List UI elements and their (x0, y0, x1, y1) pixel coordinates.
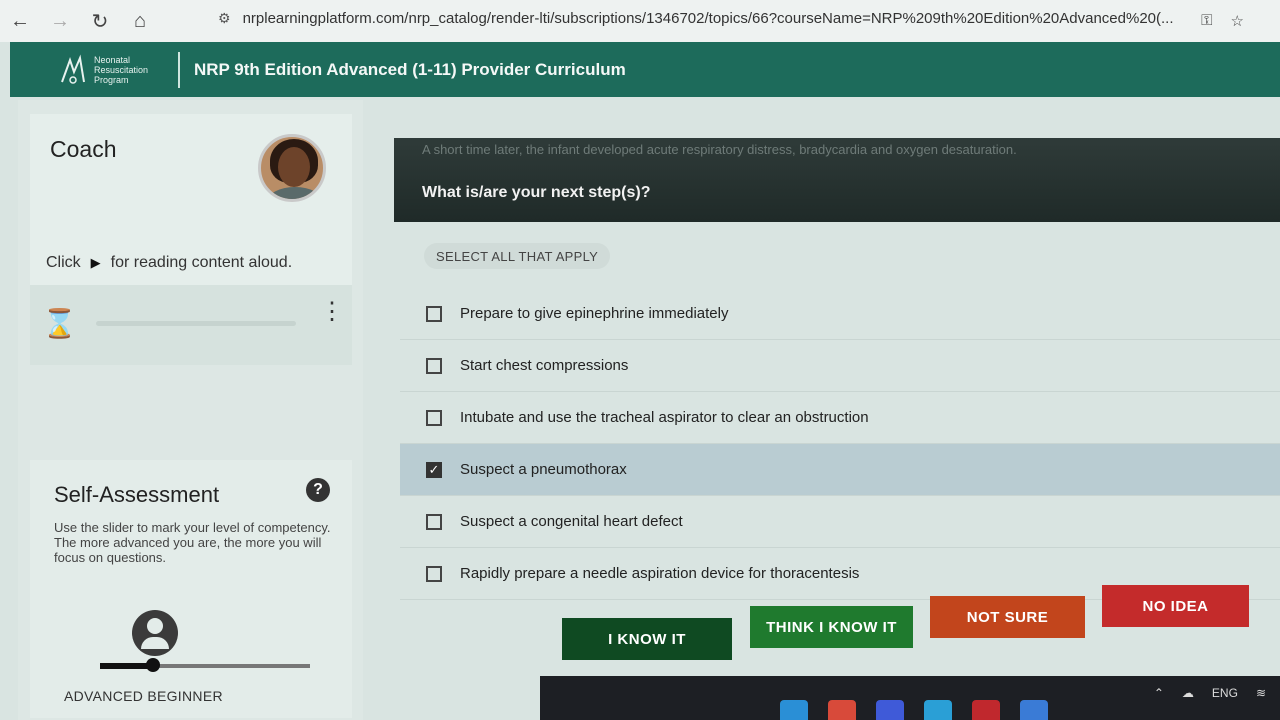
answer-option-label: Intubate and use the tracheal aspirator … (460, 409, 869, 426)
not-sure-button[interactable]: NOT SURE (930, 596, 1085, 638)
url-text: nrplearningplatform.com/nrp_catalog/rend… (242, 10, 1174, 27)
sidebar: Coach Click ▶ for reading content aloud.… (18, 100, 363, 720)
read-aloud-hint: Click ▶ for reading content aloud. (46, 254, 292, 272)
nrp-logo: Neonatal Resuscitation Program (58, 50, 168, 90)
competency-level-label: ADVANCED BEGINNER (64, 688, 223, 704)
nrp-logo-icon (61, 53, 85, 84)
language-indicator[interactable]: ENG (1212, 686, 1238, 700)
checkbox-checked[interactable]: ✓ (426, 461, 442, 478)
read-aloud-suffix: for reading content aloud. (110, 254, 293, 271)
taskbar-app-icon[interactable] (1020, 700, 1048, 720)
home-icon[interactable]: ⌂ (120, 5, 160, 37)
play-icon[interactable]: ▶ (91, 255, 101, 271)
taskbar-app-icon[interactable] (780, 700, 808, 720)
answer-option[interactable]: Intubate and use the tracheal aspirator … (400, 392, 1280, 444)
competency-slider-fill (100, 663, 153, 669)
person-icon (132, 610, 178, 656)
read-aloud-prefix: Click (46, 254, 81, 271)
self-assessment-card: Self-Assessment ? Use the slider to mark… (30, 460, 352, 718)
select-all-badge: SELECT ALL THAT APPLY (424, 243, 611, 269)
browser-toolbar: ← → ↻ ⌂ ⚙ nrplearningplatform.com/nrp_ca… (0, 0, 1280, 42)
answer-option-label: Prepare to give epinephrine immediately (460, 305, 729, 322)
scenario-text: A short time later, the infant developed… (422, 142, 1017, 157)
answer-option-label: Start chest compressions (460, 357, 629, 374)
self-assessment-title: Self-Assessment (54, 482, 220, 507)
coach-title: Coach (50, 136, 117, 162)
question-prompt: What is/are your next step(s)? (422, 184, 651, 201)
forward-arrow-icon[interactable]: → (40, 5, 80, 37)
reload-icon[interactable]: ↻ (80, 5, 120, 37)
logo-line: Program (94, 74, 129, 85)
help-icon[interactable]: ? (306, 478, 330, 502)
taskbar-app-icon[interactable] (972, 700, 1000, 720)
key-icon[interactable]: ⚿ (1201, 12, 1212, 30)
checkbox[interactable] (426, 357, 442, 374)
think-i-know-it-button[interactable]: THINK I KNOW IT (750, 606, 913, 648)
header-divider (178, 51, 180, 88)
answer-option[interactable]: Prepare to give epinephrine immediately (400, 288, 1280, 340)
question-header: A short time later, the infant developed… (394, 138, 1280, 222)
wifi-icon[interactable]: ≋ (1256, 686, 1266, 700)
self-assessment-description: Use the slider to mark your level of com… (54, 520, 331, 565)
answer-option[interactable]: ✓ Suspect a pneumothorax (400, 444, 1280, 496)
os-taskbar: ⌃ ☁ ENG ≋ (540, 676, 1280, 720)
answer-option-label: Rapidly prepare a needle aspiration devi… (460, 565, 860, 582)
no-idea-button[interactable]: NO IDEA (1102, 585, 1249, 627)
address-bar[interactable]: ⚙ nrplearningplatform.com/nrp_catalog/re… (218, 10, 1174, 27)
logo-line: Neonatal (94, 54, 131, 65)
checkbox[interactable] (426, 565, 442, 582)
answer-option[interactable]: Start chest compressions (400, 340, 1280, 392)
coach-avatar (258, 134, 326, 202)
course-title: NRP 9th Edition Advanced (1-11) Provider… (194, 59, 626, 79)
taskbar-app-icon[interactable] (876, 700, 904, 720)
i-know-it-button[interactable]: I KNOW IT (562, 618, 732, 660)
more-options-icon[interactable]: ⋮ (320, 300, 344, 324)
answer-option-label: Suspect a congenital heart defect (460, 513, 683, 530)
competency-slider-thumb[interactable] (145, 658, 160, 672)
answer-option-label: Suspect a pneumothorax (460, 461, 627, 478)
logo-line: Resuscitation (94, 64, 149, 75)
checkbox[interactable] (426, 409, 442, 426)
answer-option[interactable]: Suspect a congenital heart defect (400, 496, 1280, 548)
bookmark-star-icon[interactable]: ☆ (1231, 12, 1244, 30)
checkbox[interactable] (426, 513, 442, 530)
cloud-icon[interactable]: ☁ (1182, 686, 1194, 700)
back-arrow-icon[interactable]: ← (0, 5, 40, 37)
taskbar-app-icon[interactable] (828, 700, 856, 720)
audio-progress-track[interactable] (96, 321, 296, 326)
taskbar-app-icon[interactable] (924, 700, 952, 720)
audio-player: ⌛ ⋮ (30, 285, 352, 365)
answer-options: Prepare to give epinephrine immediately S… (400, 288, 1280, 600)
app-header: Neonatal Resuscitation Program NRP 9th E… (10, 42, 1280, 97)
chevron-up-icon[interactable]: ⌃ (1154, 686, 1164, 700)
hourglass-icon: ⌛ (42, 308, 77, 339)
checkbox[interactable] (426, 305, 442, 322)
site-settings-icon[interactable]: ⚙ (218, 10, 231, 27)
